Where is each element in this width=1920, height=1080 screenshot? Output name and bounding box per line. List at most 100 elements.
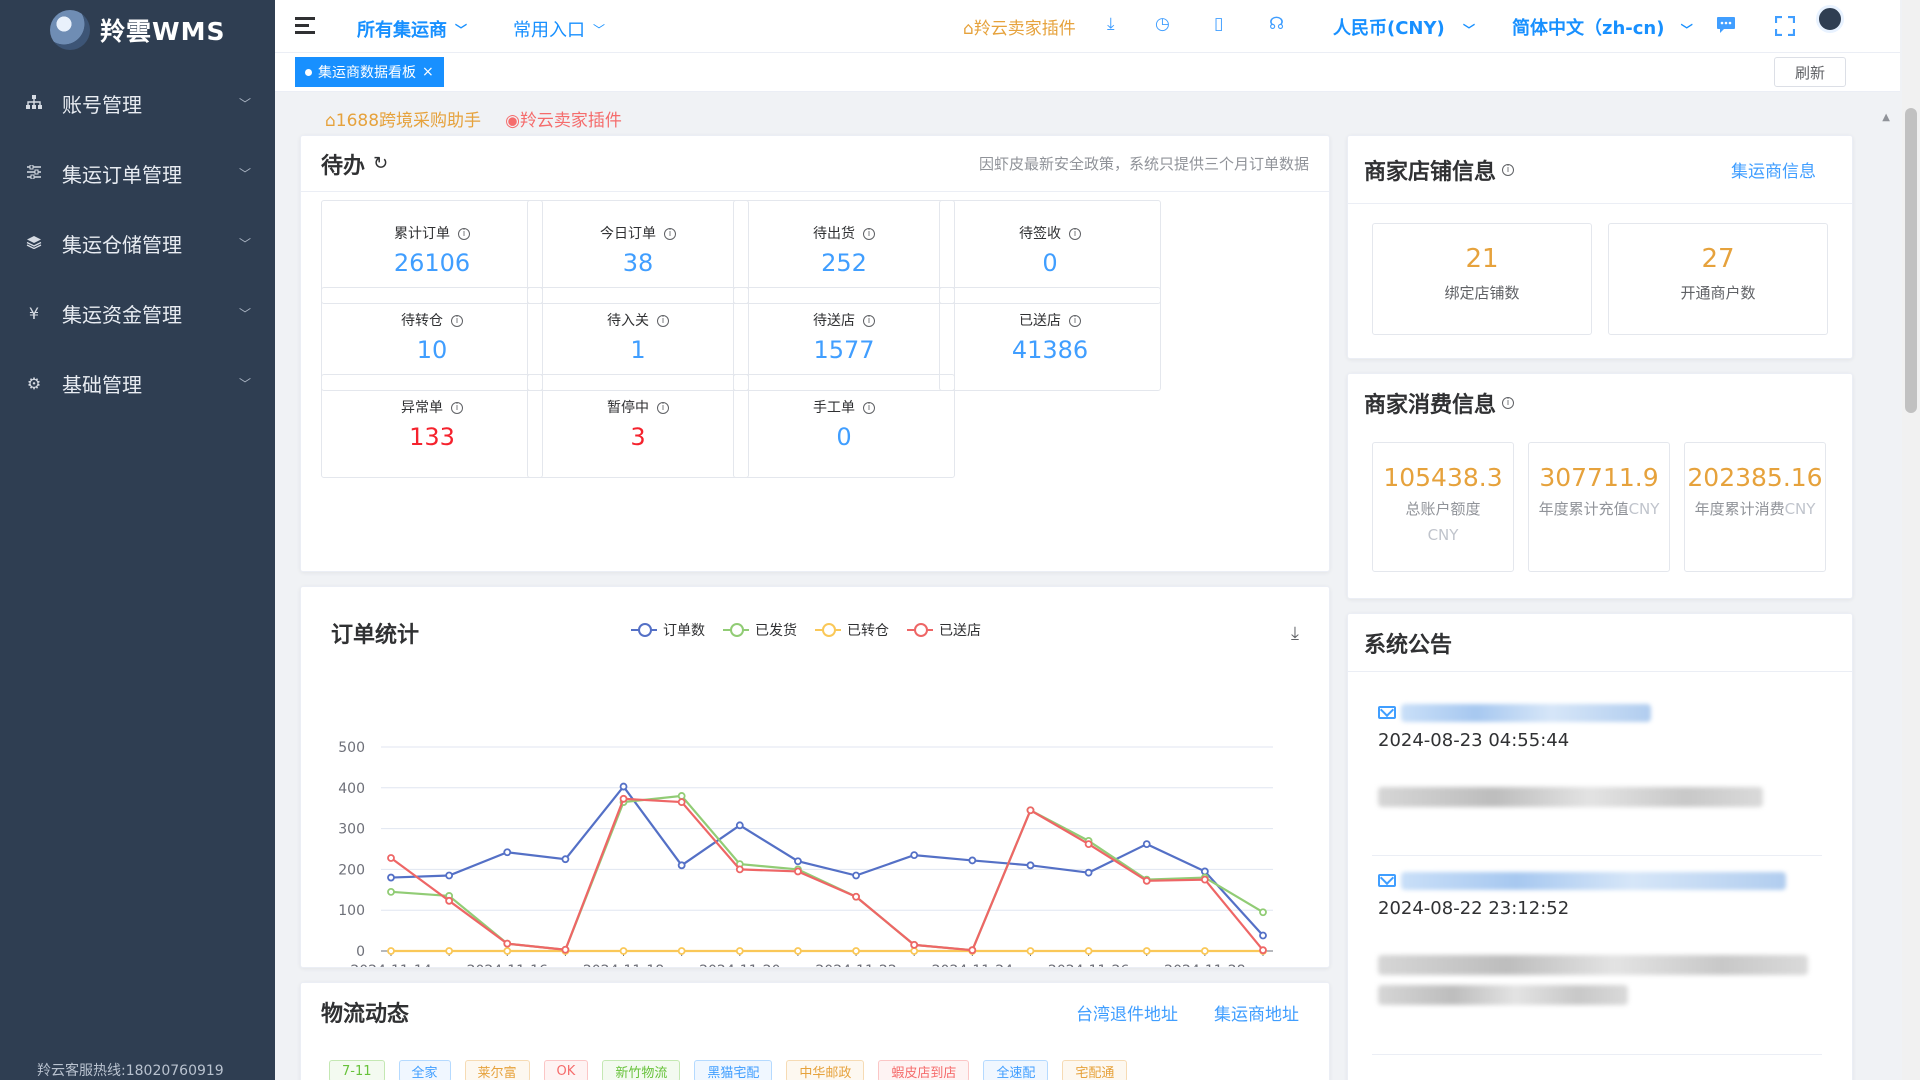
avatar[interactable] (1816, 5, 1844, 33)
carrier-tag[interactable]: 中华邮政 (786, 1060, 865, 1080)
download-icon[interactable]: ⤓ (1291, 623, 1299, 644)
data-point[interactable] (1084, 840, 1093, 849)
carrier-tag[interactable]: 黑猫宅配 (694, 1060, 773, 1080)
carrier-tag[interactable]: 新竹物流 (602, 1060, 681, 1080)
seller-plugin-link[interactable]: ◉羚云卖家插件 (505, 106, 622, 131)
data-point[interactable] (1259, 908, 1267, 917)
nav-common-entry[interactable]: 常用入口 ﹀ (513, 16, 605, 42)
todo-stat-box[interactable]: 已送店 i 41386 (939, 287, 1161, 391)
data-point[interactable] (910, 851, 919, 860)
data-point[interactable] (387, 854, 395, 862)
notice-item[interactable]: 2024-08-22 23:12:52 (1378, 870, 1818, 1005)
data-point[interactable] (1200, 867, 1209, 876)
data-point[interactable] (503, 939, 512, 948)
data-point[interactable] (445, 896, 454, 905)
data-point[interactable] (619, 794, 628, 803)
data-point[interactable] (968, 856, 977, 865)
data-point[interactable] (852, 947, 860, 955)
data-point[interactable] (852, 871, 860, 880)
data-point[interactable] (1200, 875, 1209, 884)
data-point[interactable] (619, 782, 628, 791)
data-point[interactable] (503, 947, 512, 955)
data-point[interactable] (677, 861, 686, 870)
info-icon[interactable]: i (451, 315, 463, 327)
data-point[interactable] (794, 947, 802, 955)
data-point[interactable] (445, 871, 454, 880)
data-point[interactable] (1200, 947, 1209, 955)
nav-all-carriers[interactable]: 所有集运商 ﹀ (357, 16, 467, 42)
data-point[interactable] (794, 867, 802, 876)
info-icon[interactable]: i (863, 315, 875, 327)
sidebar-item-orders[interactable]: 集运订单管理 ﹀ (0, 138, 275, 208)
todo-stat-box[interactable]: 异常单 i 133 (321, 374, 543, 478)
data-point[interactable] (677, 792, 686, 800)
alibaba-helper-link[interactable]: ⌂1688跨境采购助手 (325, 106, 481, 131)
info-icon[interactable]: i (1502, 397, 1515, 409)
sidebar-item-funds[interactable]: ¥ 集运资金管理 ﹀ (0, 278, 275, 348)
data-point[interactable] (387, 947, 395, 955)
language-select[interactable]: 简体中文（zh-cn) ﹀ (1512, 14, 1693, 40)
carrier-tag[interactable]: 宅配通 (1062, 1060, 1128, 1080)
sidebar-item-warehouse[interactable]: 集运仓储管理 ﹀ (0, 208, 275, 278)
seller-plugin-link[interactable]: ⌂羚云卖家插件 (963, 14, 1076, 39)
data-point[interactable] (1026, 806, 1035, 815)
page-scrollbar[interactable] (1902, 0, 1920, 1080)
carrier-tag[interactable]: 蝦皮店到店 (878, 1060, 970, 1080)
carrier-info-link[interactable]: 集运商信息 (1731, 157, 1816, 182)
close-icon[interactable]: × (422, 64, 434, 80)
legend-item[interactable]: 已转仓 (815, 620, 889, 640)
refresh-icon[interactable]: ↻ (373, 153, 388, 174)
carrier-address-link[interactable]: 集运商地址 (1214, 1000, 1299, 1025)
data-point[interactable] (910, 947, 919, 955)
data-point[interactable] (561, 855, 570, 864)
data-point[interactable] (852, 892, 860, 901)
scrollbar-thumb[interactable] (1905, 108, 1917, 413)
data-point[interactable] (1026, 861, 1035, 870)
app-logo[interactable]: 羚雲WMS (0, 0, 275, 60)
data-point[interactable] (794, 857, 802, 866)
data-point[interactable] (735, 947, 744, 955)
data-point[interactable] (387, 873, 395, 882)
info-icon[interactable]: i (1069, 315, 1081, 327)
info-icon[interactable]: i (863, 402, 875, 414)
info-icon[interactable]: i (664, 228, 676, 240)
data-point[interactable] (677, 798, 686, 806)
sidebar-item-account[interactable]: 账号管理 ﹀ (0, 68, 275, 138)
data-point[interactable] (1084, 947, 1093, 955)
todo-stat-box[interactable]: 手工单 i 0 (733, 374, 955, 478)
carrier-tag[interactable]: 莱尔富 (464, 1060, 530, 1080)
legend-item[interactable]: 已发货 (723, 620, 797, 640)
carrier-tag[interactable]: 全家 (398, 1060, 451, 1080)
info-icon[interactable]: i (863, 228, 875, 240)
info-icon[interactable]: i (1502, 163, 1515, 176)
carrier-tag[interactable]: 7-11 (329, 1060, 385, 1080)
legend-item[interactable]: 已送店 (907, 620, 981, 640)
data-point[interactable] (1142, 947, 1151, 955)
scroll-up-icon[interactable]: ▲ (1882, 112, 1890, 123)
data-point[interactable] (1026, 947, 1035, 955)
refresh-button[interactable]: 刷新 (1774, 57, 1846, 87)
info-icon[interactable]: i (451, 402, 463, 414)
data-point[interactable] (910, 940, 919, 949)
data-point[interactable] (503, 848, 512, 857)
data-point[interactable] (1259, 931, 1267, 940)
mobile-icon[interactable]: ▯ (1214, 14, 1223, 34)
data-point[interactable] (677, 947, 686, 955)
todo-stat-box[interactable]: 暂停中 i 3 (527, 374, 749, 478)
menu-toggle-icon[interactable] (295, 17, 315, 35)
info-icon[interactable]: i (1069, 228, 1081, 240)
data-point[interactable] (387, 887, 395, 896)
currency-select[interactable]: 人民币(CNY) ﹀ (1333, 14, 1475, 40)
data-point[interactable] (561, 945, 570, 954)
data-point[interactable] (1142, 876, 1151, 885)
sidebar-item-basic[interactable]: ⚙ 基础管理 ﹀ (0, 348, 275, 418)
clock-icon[interactable]: ◷ (1155, 14, 1170, 34)
carrier-tag[interactable]: 全速配 (983, 1060, 1049, 1080)
fullscreen-icon[interactable] (1774, 15, 1796, 41)
data-point[interactable] (619, 947, 628, 955)
info-icon[interactable]: i (657, 315, 669, 327)
data-point[interactable] (968, 946, 977, 955)
data-point[interactable] (735, 865, 744, 874)
carrier-tag[interactable]: OK (543, 1060, 589, 1080)
download-icon[interactable]: ⤓ (1107, 14, 1115, 34)
